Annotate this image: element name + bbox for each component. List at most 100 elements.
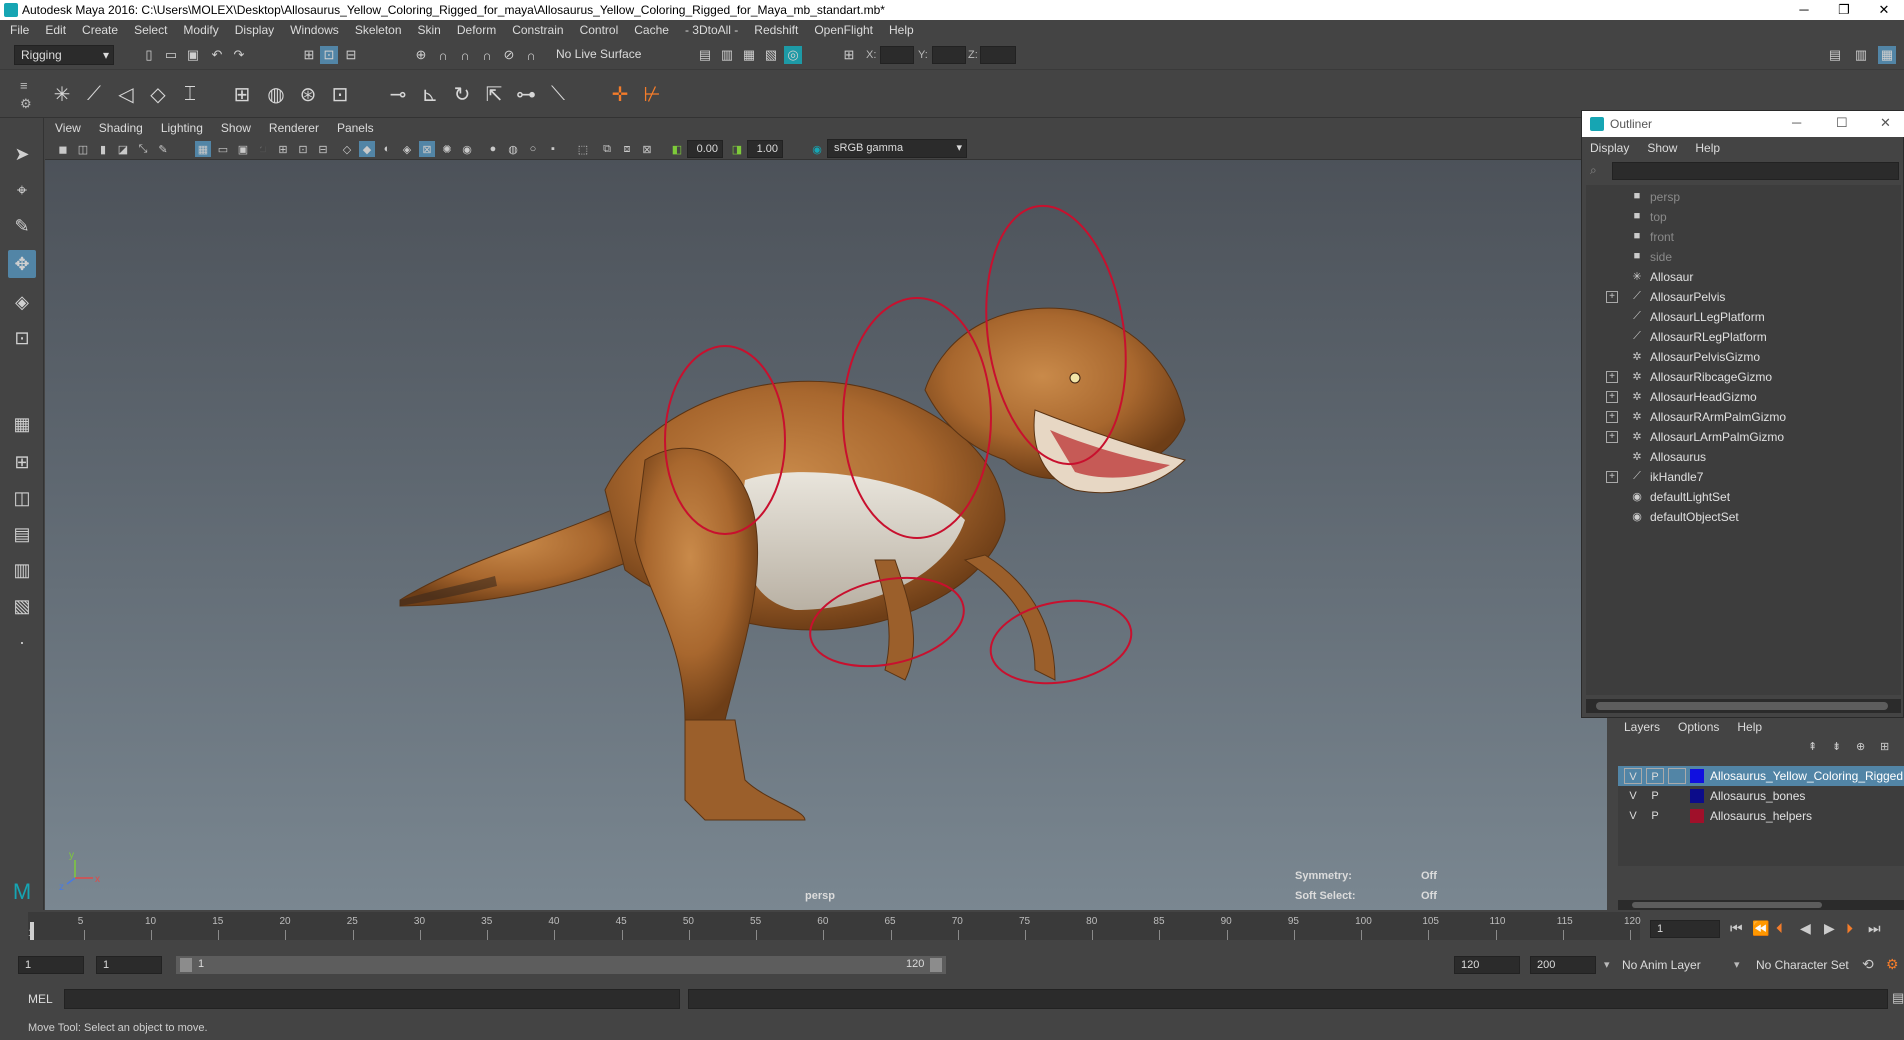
gate-mask-icon[interactable]: ◾	[255, 141, 271, 157]
select-object-icon[interactable]: ⊡	[320, 46, 338, 64]
field-chart-icon[interactable]: ⊞	[275, 141, 291, 157]
snap-curve-icon[interactable]: ∩	[434, 46, 452, 64]
new-layer-icon[interactable]: ⊕	[1856, 740, 1865, 753]
menu-openflight[interactable]: OpenFlight	[814, 23, 873, 37]
layer-color-swatch[interactable]	[1690, 769, 1704, 783]
hypershade-icon[interactable]: ▧	[762, 46, 780, 64]
y-coord-field[interactable]	[932, 46, 966, 64]
go-to-end-icon[interactable]: ⏭	[1868, 920, 1881, 937]
minimize-button[interactable]: ─	[1784, 0, 1824, 20]
script-editor-icon[interactable]: ▤	[1892, 990, 1904, 1006]
lattice-icon[interactable]: ⊛	[294, 80, 322, 108]
gamma-field[interactable]: 1.00	[747, 140, 783, 158]
exposure-field[interactable]: 0.00	[687, 140, 723, 158]
time-slider-track[interactable]: 1510152025303540455055606570758085909510…	[28, 912, 1641, 940]
four-view-layout-icon[interactable]: ⊞	[8, 448, 36, 476]
layer-name[interactable]: Allosaurus_Yellow_Coloring_Rigged	[1710, 769, 1903, 783]
pole-vector-icon[interactable]: ⟍	[544, 80, 572, 108]
grid-icon[interactable]: ▦	[195, 141, 211, 157]
play-backwards-icon[interactable]: ◀	[1800, 920, 1811, 937]
menu-deform[interactable]: Deform	[457, 23, 496, 37]
playback-start-field[interactable]: 1	[96, 956, 162, 974]
z-coord-field[interactable]	[980, 46, 1016, 64]
select-tool-icon[interactable]: ➤	[8, 140, 36, 168]
outliner-item[interactable]: + ⟋ AllosaurPelvis	[1586, 287, 1901, 307]
outliner-close-button[interactable]: ✕	[1880, 115, 1891, 131]
chevron-down-icon[interactable]: ▾	[1604, 958, 1610, 971]
layer-playback-toggle[interactable]: P	[1646, 808, 1664, 824]
custom-layout-icon[interactable]: ·	[8, 628, 36, 656]
playback-range-bar[interactable]: 1 120	[176, 956, 946, 974]
animation-end-field[interactable]: 200	[1530, 956, 1596, 974]
layer-visibility-toggle[interactable]: V	[1624, 768, 1642, 784]
vp-menu-panels[interactable]: Panels	[337, 121, 374, 135]
current-frame-field[interactable]: 1	[1650, 920, 1720, 938]
range-end-handle[interactable]	[930, 958, 942, 972]
layer-name[interactable]: Allosaurus_helpers	[1710, 809, 1812, 823]
screen-space-ao-icon[interactable]: ●	[485, 141, 501, 157]
key-breakdown-icon[interactable]: ⊬	[638, 80, 666, 108]
snap-view-icon[interactable]: ∩	[478, 46, 496, 64]
scene-view[interactable]: y x z	[45, 160, 1607, 910]
outliner-item[interactable]: ◉ defaultLightSet	[1586, 487, 1901, 507]
outliner-hscrollbar[interactable]	[1586, 699, 1901, 713]
outliner-scroll-thumb[interactable]	[1596, 702, 1888, 710]
outliner-minimize-button[interactable]: ─	[1792, 115, 1801, 130]
animation-start-field[interactable]: 1	[18, 956, 84, 974]
menu-constrain[interactable]: Constrain	[512, 23, 563, 37]
snap-grid-icon[interactable]: ⊕	[412, 46, 430, 64]
menu-create[interactable]: Create	[82, 23, 118, 37]
vp-menu-lighting[interactable]: Lighting	[161, 121, 203, 135]
safe-title-icon[interactable]: ⊟	[315, 141, 331, 157]
restore-button[interactable]: ❐	[1824, 0, 1864, 20]
layer-type-toggle[interactable]	[1668, 788, 1686, 804]
layer-move-down-icon[interactable]: ⇟	[1832, 740, 1841, 753]
layer-playback-toggle[interactable]: P	[1646, 768, 1664, 784]
expand-icon[interactable]: +	[1606, 291, 1618, 303]
range-start-handle[interactable]	[180, 958, 192, 972]
shelf-settings-icon[interactable]: ⚙	[20, 96, 32, 112]
outliner-item[interactable]: ✳ Allosaur	[1586, 267, 1901, 287]
use-all-lights-icon[interactable]: ✺	[439, 141, 455, 157]
motion-blur-icon[interactable]: ◍	[505, 141, 521, 157]
textured-icon[interactable]: ⊠	[419, 141, 435, 157]
layer-row[interactable]: V P Allosaurus_bones	[1618, 786, 1904, 806]
smooth-shade-icon[interactable]: ◆	[359, 141, 375, 157]
allosaurus-model[interactable]	[399, 307, 1186, 821]
select-camera-icon[interactable]: ◼	[55, 141, 71, 157]
layer-playback-toggle[interactable]: P	[1646, 788, 1664, 804]
perspective-viewport[interactable]: View Shading Lighting Show Renderer Pane…	[45, 118, 1607, 910]
outliner-item[interactable]: ■ side	[1586, 247, 1901, 267]
new-scene-icon[interactable]: ▯	[140, 46, 158, 64]
single-perspective-layout-icon[interactable]: ▦	[8, 410, 36, 438]
camera-attributes-icon[interactable]: ◫	[75, 141, 91, 157]
left-arm-palm-gizmo[interactable]	[984, 590, 1138, 693]
playback-end-field[interactable]: 120	[1454, 956, 1520, 974]
expand-icon[interactable]: +	[1606, 391, 1618, 403]
expand-icon[interactable]: +	[1606, 431, 1618, 443]
exposure-icon[interactable]: ◧	[669, 141, 685, 157]
attribute-editor-icon[interactable]: ▥	[1852, 46, 1870, 64]
outliner-search-input[interactable]	[1612, 162, 1899, 180]
bookmark-icon[interactable]: ▮	[95, 141, 111, 157]
menu-edit[interactable]: Edit	[45, 23, 66, 37]
layer-type-toggle[interactable]	[1668, 808, 1686, 824]
outliner-item[interactable]: ⟋ AllosaurLLegPlatform	[1586, 307, 1901, 327]
point-constraint-icon[interactable]: ⊸	[384, 80, 412, 108]
layer-color-swatch[interactable]	[1690, 809, 1704, 823]
render-ipr-icon[interactable]: ▥	[718, 46, 736, 64]
chevron-down-icon[interactable]: ▾	[1734, 958, 1740, 971]
layer-visibility-toggle[interactable]: V	[1624, 788, 1642, 804]
menu-file[interactable]: File	[10, 23, 29, 37]
resolution-gate-icon[interactable]: ▣	[235, 141, 251, 157]
script-language-label[interactable]: MEL	[28, 992, 53, 1006]
persp-outliner-layout-icon[interactable]: ▤	[8, 520, 36, 548]
auto-key-icon[interactable]: ⟲	[1862, 956, 1874, 973]
orient-constraint-icon[interactable]: ↻	[448, 80, 476, 108]
layer-move-up-icon[interactable]: ⇞	[1808, 740, 1817, 753]
vp-menu-show[interactable]: Show	[221, 121, 251, 135]
depth-of-field-icon[interactable]: ▪	[545, 141, 561, 157]
anim-layer-dropdown[interactable]: No Anim Layer	[1622, 958, 1701, 972]
render-frame-icon[interactable]: ▤	[696, 46, 714, 64]
layer-color-swatch[interactable]	[1690, 789, 1704, 803]
